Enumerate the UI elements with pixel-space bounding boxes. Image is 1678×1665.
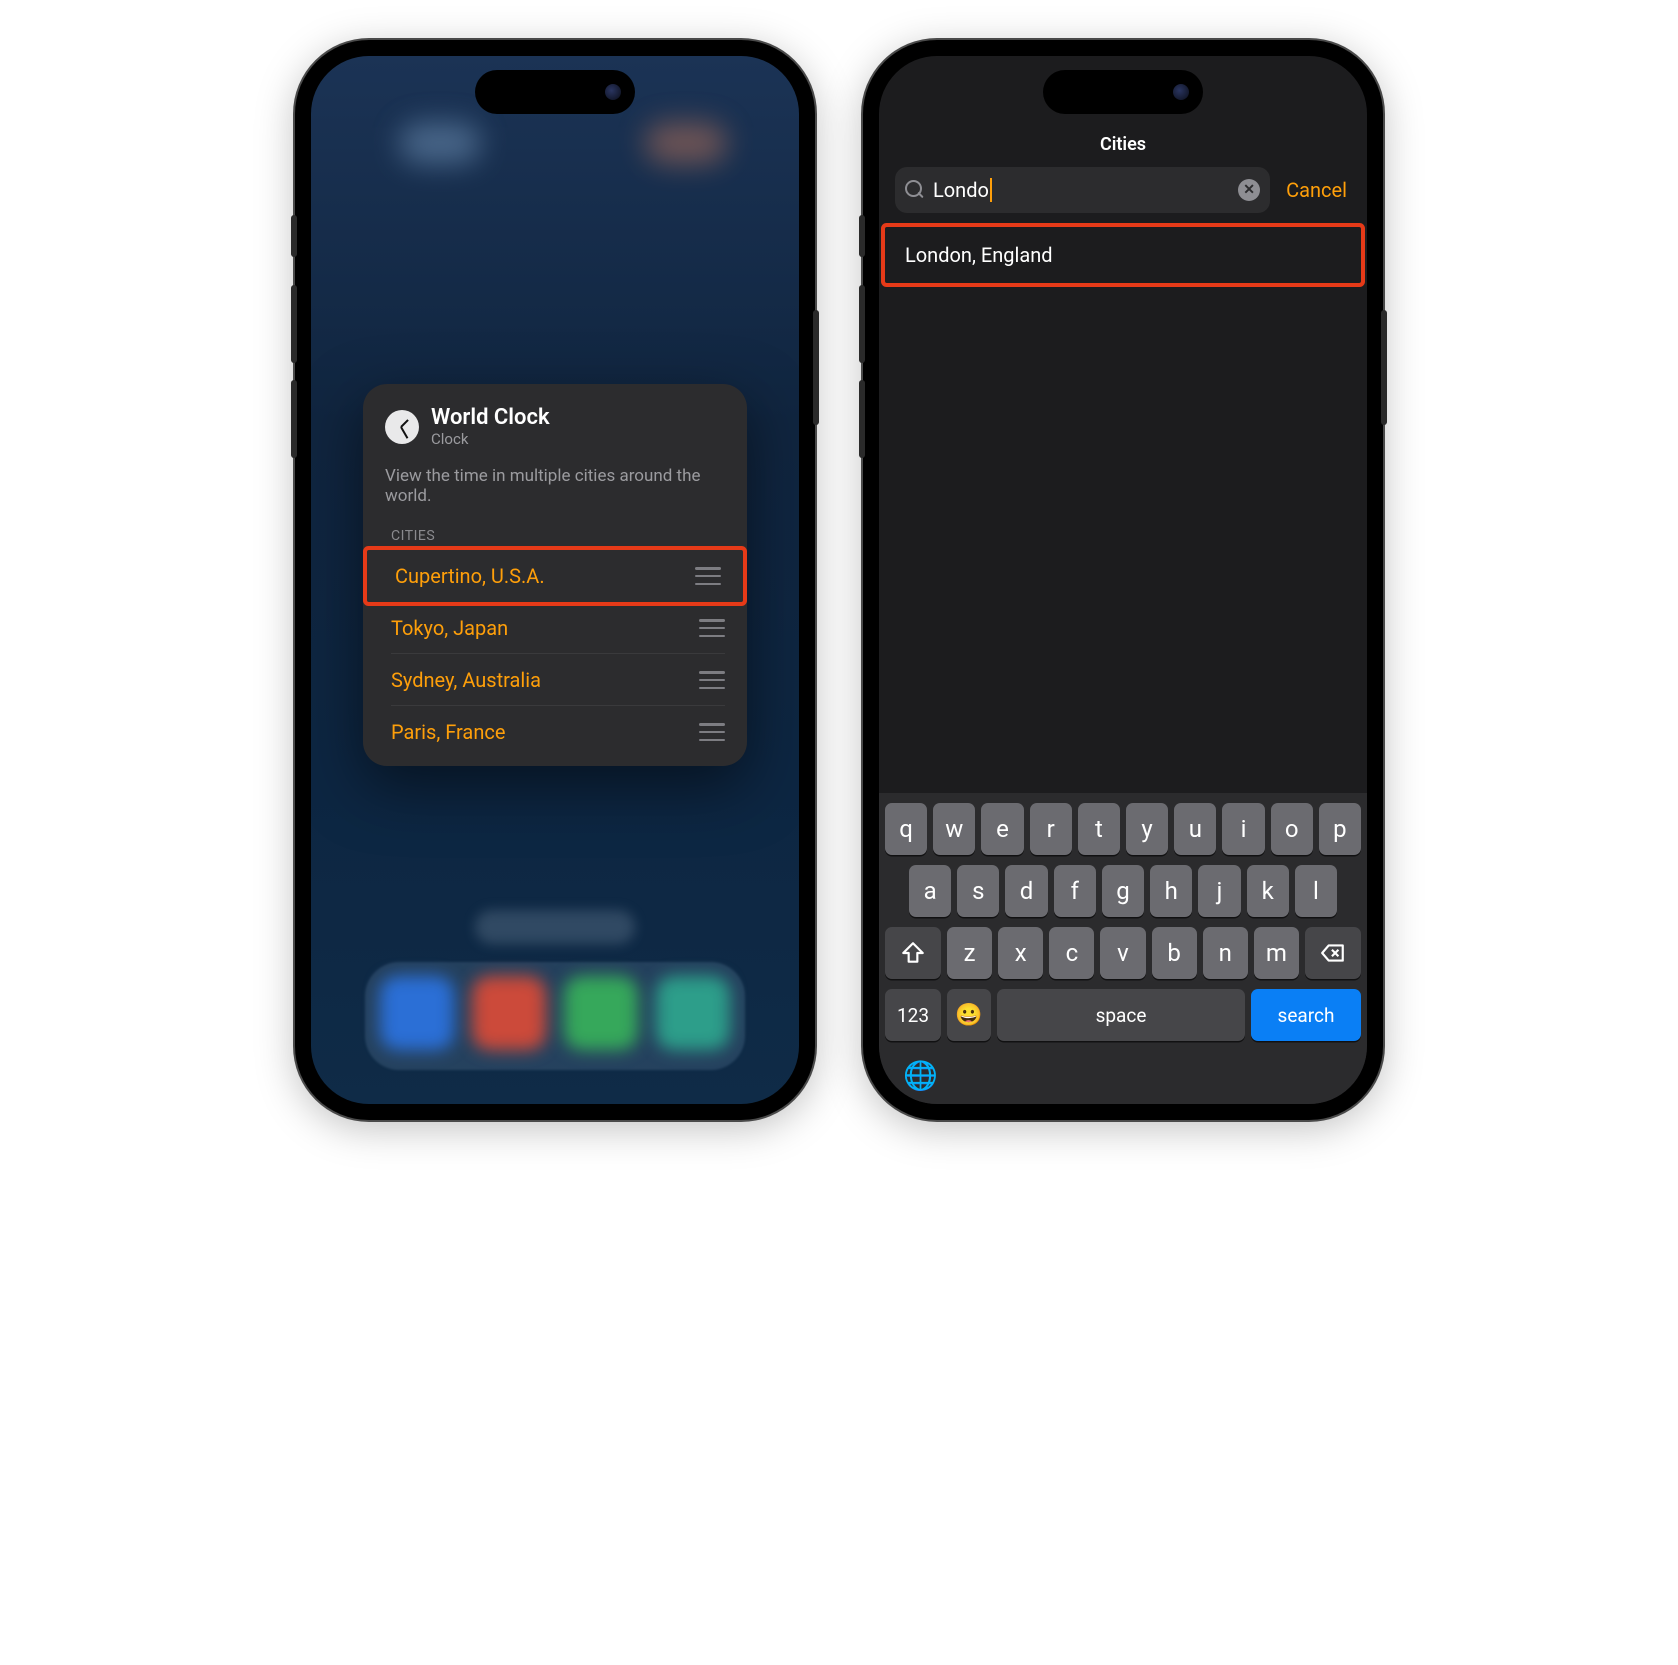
phone-vol-down bbox=[291, 380, 297, 458]
city-row-tokyo[interactable]: Tokyo, Japan bbox=[363, 602, 747, 654]
key-e[interactable]: e bbox=[981, 803, 1023, 855]
dock-blur bbox=[365, 962, 745, 1070]
key-o[interactable]: o bbox=[1271, 803, 1313, 855]
numbers-key[interactable]: 123 bbox=[885, 989, 941, 1041]
city-label: Tokyo, Japan bbox=[391, 616, 508, 640]
blur-item bbox=[645, 122, 727, 164]
city-label: Sydney, Australia bbox=[391, 668, 541, 692]
key-p[interactable]: p bbox=[1319, 803, 1361, 855]
phone-vol-up bbox=[859, 285, 865, 363]
globe-key[interactable]: 🌐 bbox=[903, 1059, 938, 1092]
phone-power bbox=[813, 310, 819, 425]
dock-app-blur bbox=[656, 976, 730, 1050]
homescreen-blur: World Clock Clock View the time in multi… bbox=[311, 56, 799, 1104]
blur-item bbox=[399, 122, 481, 164]
key-r[interactable]: r bbox=[1030, 803, 1072, 855]
x-icon: ✕ bbox=[1243, 182, 1255, 198]
key-a[interactable]: a bbox=[909, 865, 951, 917]
phone-silent-switch bbox=[859, 215, 865, 257]
dock-app-blur bbox=[380, 976, 454, 1050]
page-dots-blur bbox=[475, 910, 635, 944]
reorder-handle-icon[interactable] bbox=[699, 723, 725, 741]
key-g[interactable]: g bbox=[1102, 865, 1144, 917]
city-label: Cupertino, U.S.A. bbox=[395, 564, 545, 588]
key-x[interactable]: x bbox=[998, 927, 1043, 979]
key-j[interactable]: j bbox=[1198, 865, 1240, 917]
city-row-sydney[interactable]: Sydney, Australia bbox=[363, 654, 747, 706]
key-z[interactable]: z bbox=[947, 927, 992, 979]
key-t[interactable]: t bbox=[1078, 803, 1120, 855]
reorder-handle-icon[interactable] bbox=[699, 619, 725, 637]
dynamic-island bbox=[1043, 70, 1203, 114]
key-k[interactable]: k bbox=[1247, 865, 1289, 917]
search-key[interactable]: search bbox=[1251, 989, 1361, 1041]
key-h[interactable]: h bbox=[1150, 865, 1192, 917]
shift-key[interactable] bbox=[885, 927, 941, 979]
city-label: Paris, France bbox=[391, 720, 505, 744]
backspace-key[interactable] bbox=[1305, 927, 1361, 979]
world-clock-widget-config: World Clock Clock View the time in multi… bbox=[363, 384, 747, 766]
search-value: Londo bbox=[933, 178, 1230, 202]
search-results: London, England bbox=[879, 225, 1367, 793]
phone-left: World Clock Clock View the time in multi… bbox=[295, 40, 815, 1120]
dock-app-blur bbox=[564, 976, 638, 1050]
clock-icon bbox=[385, 410, 419, 444]
key-v[interactable]: v bbox=[1100, 927, 1145, 979]
cities-section-label: CITIES bbox=[363, 528, 747, 550]
reorder-handle-icon[interactable] bbox=[699, 671, 725, 689]
key-u[interactable]: u bbox=[1174, 803, 1216, 855]
key-s[interactable]: s bbox=[957, 865, 999, 917]
key-c[interactable]: c bbox=[1049, 927, 1094, 979]
key-f[interactable]: f bbox=[1054, 865, 1096, 917]
phone-power bbox=[1381, 310, 1387, 425]
emoji-key[interactable]: 😀 bbox=[947, 989, 991, 1041]
widget-title: World Clock bbox=[431, 406, 550, 430]
space-key[interactable]: space bbox=[997, 989, 1245, 1041]
phone-vol-down bbox=[859, 380, 865, 458]
widget-subtitle: Clock bbox=[431, 430, 550, 448]
key-i[interactable]: i bbox=[1222, 803, 1264, 855]
key-m[interactable]: m bbox=[1254, 927, 1299, 979]
key-y[interactable]: y bbox=[1126, 803, 1168, 855]
key-l[interactable]: l bbox=[1295, 865, 1337, 917]
phone-vol-up bbox=[291, 285, 297, 363]
city-row-paris[interactable]: Paris, France bbox=[363, 706, 747, 758]
cancel-button[interactable]: Cancel bbox=[1282, 178, 1351, 202]
text-caret bbox=[990, 178, 992, 202]
keyboard: qwertyuiop asdfghjkl zxcvbnm bbox=[879, 793, 1367, 1104]
reorder-handle-icon[interactable] bbox=[695, 567, 721, 585]
key-w[interactable]: w bbox=[933, 803, 975, 855]
city-row-cupertino[interactable]: Cupertino, U.S.A. bbox=[367, 550, 743, 602]
phone-silent-switch bbox=[291, 215, 297, 257]
result-london[interactable]: London, England bbox=[885, 227, 1361, 283]
key-n[interactable]: n bbox=[1203, 927, 1248, 979]
key-b[interactable]: b bbox=[1152, 927, 1197, 979]
clear-search-button[interactable]: ✕ bbox=[1238, 179, 1260, 201]
phone-right: Cities Londo ✕ Cancel London, England qw… bbox=[863, 40, 1383, 1120]
key-q[interactable]: q bbox=[885, 803, 927, 855]
widget-description: View the time in multiple cities around … bbox=[363, 460, 747, 528]
nav-title: Cities bbox=[879, 128, 1367, 167]
dynamic-island bbox=[475, 70, 635, 114]
search-input[interactable]: Londo ✕ bbox=[895, 167, 1270, 213]
dock-app-blur bbox=[472, 976, 546, 1050]
key-d[interactable]: d bbox=[1005, 865, 1047, 917]
search-icon bbox=[905, 180, 925, 200]
